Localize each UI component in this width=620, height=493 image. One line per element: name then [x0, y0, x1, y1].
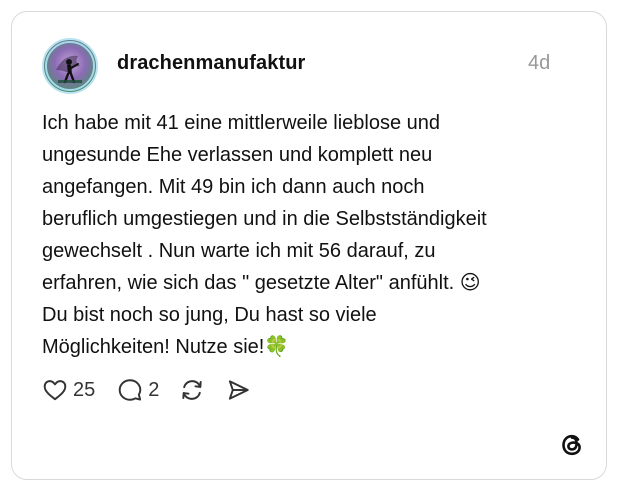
avatar[interactable]	[42, 38, 98, 94]
threads-logo-icon[interactable]	[557, 430, 587, 460]
like-count: 25	[73, 378, 96, 401]
post-card: drachenmanufaktur 4d Ich habe mit 41 ein…	[11, 11, 607, 480]
repost-icon	[182, 380, 203, 400]
reply-count: 2	[148, 378, 160, 401]
avatar-dragon-silhouette-icon	[45, 41, 95, 91]
repost-button[interactable]	[179, 377, 205, 403]
share-button[interactable]	[225, 377, 251, 403]
send-icon	[229, 380, 250, 400]
heart-icon	[43, 380, 67, 401]
reply-button[interactable]: 2	[117, 377, 159, 403]
post-actions: 25 2	[42, 375, 251, 405]
like-button[interactable]: 25	[42, 377, 95, 403]
username[interactable]: drachenmanufaktur	[117, 52, 305, 75]
post-text: Ich habe mit 41 eine mittlerweile lieblo…	[42, 112, 487, 358]
post-timestamp[interactable]: 4d	[528, 52, 550, 75]
comment-icon	[118, 379, 142, 401]
